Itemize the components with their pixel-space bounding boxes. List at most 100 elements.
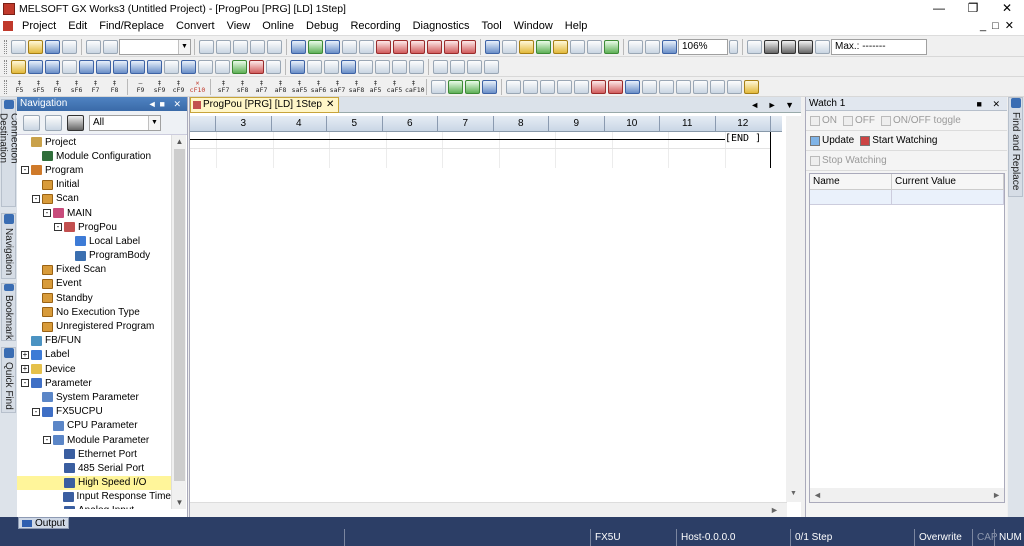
mdi-controls[interactable]: _□✕ xyxy=(980,17,1020,36)
monitor-write-icon[interactable] xyxy=(410,39,425,54)
fk-8[interactable]: ‡ cF9 xyxy=(170,80,187,94)
fk-19[interactable]: ‡ caF5 xyxy=(386,80,403,94)
menu-window[interactable]: Window xyxy=(508,17,559,36)
monitor-stop-icon[interactable] xyxy=(393,39,408,54)
undo-icon[interactable] xyxy=(86,39,101,54)
fb-list-icon[interactable] xyxy=(147,60,162,74)
tree-item[interactable]: Module Configuration xyxy=(17,149,171,163)
template-icon[interactable] xyxy=(676,80,691,94)
watch-cell-name[interactable] xyxy=(810,190,892,204)
replace-icon[interactable] xyxy=(341,60,356,74)
tree-item[interactable]: + Label xyxy=(17,348,171,362)
gear-icon[interactable] xyxy=(67,114,84,131)
menu-recording[interactable]: Recording xyxy=(344,17,406,36)
comment-icon[interactable] xyxy=(232,60,247,74)
line-draw-icon[interactable] xyxy=(557,80,572,94)
navigation-filter-select[interactable]: All ▼ xyxy=(89,114,161,131)
maximize-button[interactable]: ❐ xyxy=(956,0,990,17)
tree-item[interactable]: High Speed I/O xyxy=(17,475,171,490)
find-icon[interactable] xyxy=(324,60,339,74)
watch-cell-value[interactable] xyxy=(892,190,1004,204)
menu-project[interactable]: Project xyxy=(16,17,62,36)
menu-edit[interactable]: Edit xyxy=(62,17,93,36)
column-icon[interactable] xyxy=(642,80,657,94)
parameter-icon[interactable] xyxy=(11,60,26,74)
scroll-thumb[interactable] xyxy=(174,149,185,481)
tree-item[interactable]: Project xyxy=(17,135,171,149)
window-icon[interactable] xyxy=(409,60,424,74)
expand-toggle-icon[interactable]: - xyxy=(32,194,40,203)
program-list-icon[interactable] xyxy=(45,60,60,74)
tile-icon[interactable] xyxy=(198,60,213,74)
minimize-button[interactable]: — xyxy=(922,0,956,17)
fk-2[interactable]: ‡ F6 xyxy=(49,80,66,94)
menu-debug[interactable]: Debug xyxy=(300,17,344,36)
zoom-out-icon[interactable] xyxy=(645,39,660,54)
tree-item[interactable]: - FX5UCPU xyxy=(17,405,171,419)
scroll-right-icon[interactable]: ► xyxy=(992,488,1001,502)
redo-icon[interactable] xyxy=(250,39,265,54)
tab-connection-destination[interactable]: Connection Destination xyxy=(0,99,20,207)
label-list-icon[interactable] xyxy=(96,60,111,74)
tree-item[interactable]: - ProgPou xyxy=(17,220,171,234)
tab-find-and-replace[interactable]: Find and Replace xyxy=(1008,97,1023,197)
struct-icon[interactable] xyxy=(164,60,179,74)
watch-off-button[interactable]: OFF xyxy=(843,115,875,126)
tree-item[interactable]: Event xyxy=(17,277,171,291)
scroll-down-icon[interactable]: ▼ xyxy=(172,496,187,509)
remote-icon[interactable] xyxy=(359,39,374,54)
zoom-fit-icon[interactable] xyxy=(662,39,677,54)
update-button[interactable]: Update xyxy=(810,135,854,146)
tree-item[interactable]: - Program xyxy=(17,163,171,177)
module-config-icon[interactable] xyxy=(28,60,43,74)
bookmark-icon[interactable] xyxy=(375,60,390,74)
switch-icon[interactable] xyxy=(591,80,606,94)
new-icon[interactable] xyxy=(11,39,26,54)
fk-14[interactable]: ‡ saF5 xyxy=(291,80,308,94)
document-icon[interactable] xyxy=(3,21,13,31)
menu-tool[interactable]: Tool xyxy=(475,17,507,36)
tree-item[interactable]: Analog Input xyxy=(17,504,171,509)
monitor-max-select[interactable]: Max.: ------- xyxy=(831,38,927,55)
menu-view[interactable]: View xyxy=(221,17,257,36)
stop-watching-button[interactable]: Stop Watching xyxy=(810,155,887,166)
copy-icon[interactable] xyxy=(216,39,231,54)
row-icon[interactable] xyxy=(659,80,674,94)
fk-6[interactable]: — F9 xyxy=(132,80,149,94)
expand-toggle-icon[interactable]: - xyxy=(21,379,29,388)
editor-horizontal-scrollbar[interactable]: ► xyxy=(190,502,787,517)
plc-stop-icon[interactable] xyxy=(764,39,779,54)
expand-toggle-icon[interactable]: + xyxy=(21,365,29,374)
diagnostic-icon[interactable] xyxy=(604,39,619,54)
ladder-area[interactable]: [END ] xyxy=(190,132,782,168)
buffer-icon[interactable] xyxy=(570,39,585,54)
menu-find-replace[interactable]: Find/Replace xyxy=(93,17,170,36)
expand-toggle-icon[interactable]: - xyxy=(43,436,51,445)
line-erase-icon[interactable] xyxy=(574,80,589,94)
open-icon[interactable] xyxy=(28,39,43,54)
monitor-all-icon[interactable] xyxy=(427,39,442,54)
verify-plc-icon[interactable] xyxy=(325,39,340,54)
navigation-panel-controls[interactable]: ◄■ ✕ xyxy=(148,97,184,111)
fk-3[interactable]: ‡ sF6 xyxy=(68,80,85,94)
watch-col-value[interactable]: Current Value xyxy=(892,174,1004,189)
scroll-right-icon[interactable]: ► xyxy=(770,503,779,518)
instruction-icon[interactable] xyxy=(431,80,446,94)
tree-item[interactable]: - Parameter xyxy=(17,376,171,390)
expand-toggle-icon[interactable]: - xyxy=(21,166,29,175)
tab-quick-find[interactable]: Quick Find xyxy=(1,347,16,413)
tab-navigation[interactable]: Navigation xyxy=(1,213,16,279)
fk-0[interactable]: ‡ F5 xyxy=(11,80,28,94)
zoom-select[interactable]: 106% xyxy=(678,38,728,55)
help-icon[interactable] xyxy=(103,39,118,54)
tab-bookmark[interactable]: Bookmark xyxy=(1,283,16,341)
convert-icon[interactable] xyxy=(482,80,497,94)
fk-13[interactable]: ‡ aF8 xyxy=(272,80,289,94)
monitor-icon[interactable] xyxy=(376,39,391,54)
start-watching-button[interactable]: Start Watching xyxy=(860,135,937,146)
tree-icon[interactable] xyxy=(727,80,742,94)
split-icon[interactable] xyxy=(450,60,465,74)
paste-icon[interactable] xyxy=(233,39,248,54)
tree-filter-icon[interactable] xyxy=(45,114,62,131)
display-mode-icon[interactable] xyxy=(625,80,640,94)
